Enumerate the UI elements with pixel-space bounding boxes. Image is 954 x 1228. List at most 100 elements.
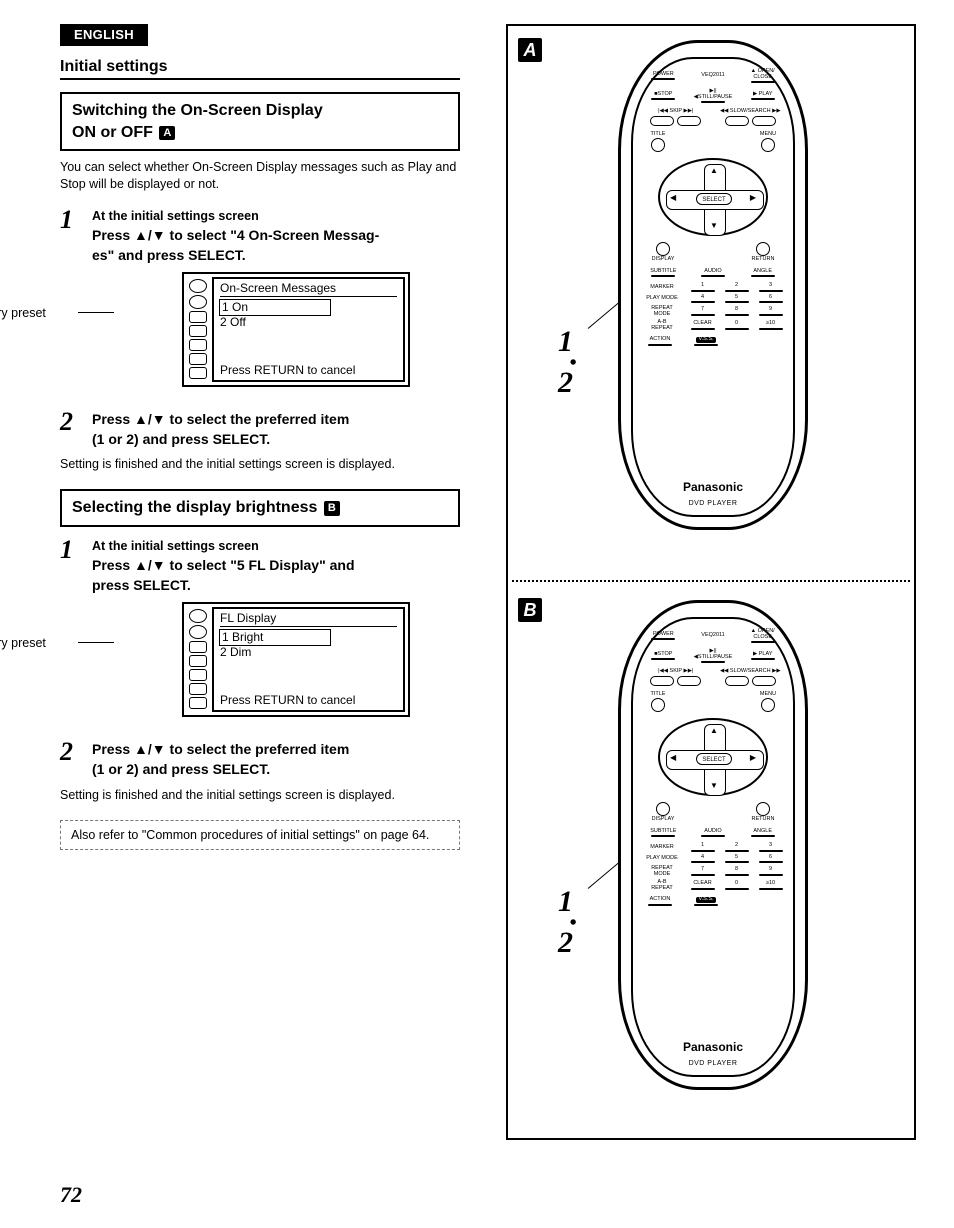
still-pause-button[interactable] <box>701 101 725 103</box>
skip-next-button[interactable] <box>677 676 701 686</box>
skip-next-button[interactable] <box>677 116 701 126</box>
num-6-button[interactable] <box>759 301 783 303</box>
skip-prev-button[interactable] <box>650 676 674 686</box>
audio-button[interactable] <box>701 275 725 277</box>
select-button[interactable]: SELECT <box>696 753 732 765</box>
skip-label: |◀◀ SKIP ▶▶| <box>658 109 693 115</box>
num-9-button[interactable] <box>759 314 783 316</box>
note-box: Also refer to "Common procedures of init… <box>60 820 460 851</box>
display-label: DISPLAY <box>652 817 675 823</box>
audio-label: AUDIO <box>704 269 721 275</box>
osd-title: FL Display <box>220 611 397 627</box>
up-arrow-icon[interactable]: ▲ <box>710 726 718 735</box>
subtitle-button[interactable] <box>651 835 675 837</box>
figure-chip-b: B <box>518 598 542 622</box>
down-arrow-icon[interactable]: ▼ <box>710 221 718 230</box>
step2b-c: (1 or 2) and press SELECT. <box>92 761 270 777</box>
display-button[interactable] <box>656 802 670 816</box>
play-button[interactable] <box>751 98 775 100</box>
display-label: DISPLAY <box>652 257 675 263</box>
menu-button[interactable] <box>761 138 775 152</box>
clear-label: CLEAR <box>693 321 711 327</box>
stop-button[interactable] <box>651 658 675 660</box>
marker-label: MARKER <box>641 285 683 291</box>
angle-button[interactable] <box>751 835 775 837</box>
num-3-button[interactable] <box>759 850 783 852</box>
model-label: VEQ2011 <box>701 633 724 639</box>
num-5-button[interactable] <box>725 301 749 303</box>
section-title: Initial settings <box>60 58 460 80</box>
play-label: ▶ PLAY <box>753 652 772 658</box>
title-button[interactable] <box>651 138 665 152</box>
return-button[interactable] <box>756 242 770 256</box>
vss-button[interactable] <box>694 344 718 346</box>
power-button[interactable] <box>651 78 675 80</box>
action-button[interactable] <box>648 904 672 906</box>
return-button[interactable] <box>756 802 770 816</box>
audio-button[interactable] <box>701 835 725 837</box>
num-5-button[interactable] <box>725 861 749 863</box>
num-7-button[interactable] <box>691 314 715 316</box>
figure-chip-a: A <box>518 38 542 62</box>
search-rew-button[interactable] <box>725 676 749 686</box>
heading-brightness: Selecting the display brightness B <box>60 489 460 527</box>
clear-button[interactable] <box>691 328 715 330</box>
step-2: 2 Press ▲/▼ to select the preferred item… <box>60 409 460 450</box>
right-arrow-icon[interactable]: ▶ <box>750 753 756 762</box>
num-7-button[interactable] <box>691 874 715 876</box>
play-button[interactable] <box>751 658 775 660</box>
menu-button[interactable] <box>761 698 775 712</box>
step1-text-c: es" and press SELECT. <box>92 245 460 265</box>
brand-label: Panasonic <box>641 480 785 494</box>
action-button[interactable] <box>648 344 672 346</box>
clear-label: CLEAR <box>693 881 711 887</box>
num-8-button[interactable] <box>725 314 749 316</box>
still-pause-button[interactable] <box>701 661 725 663</box>
gte10-button[interactable] <box>759 328 783 330</box>
osd-dialog-2: Factory preset FL Display 1 Bright 2 Dim… <box>90 602 440 729</box>
num-3-button[interactable] <box>759 290 783 292</box>
num-8-button[interactable] <box>725 874 749 876</box>
subtitle-button[interactable] <box>651 275 675 277</box>
up-arrow-icon[interactable]: ▲ <box>710 166 718 175</box>
num-0-button[interactable] <box>725 328 749 330</box>
num-0-label: 0 <box>735 881 738 887</box>
open-close-button[interactable] <box>751 81 775 83</box>
gte10-button[interactable] <box>759 888 783 890</box>
num-2-button[interactable] <box>725 850 749 852</box>
direction-pad[interactable]: SELECT ▲ ▼ ◀ ▶ <box>658 158 768 236</box>
clear-button[interactable] <box>691 888 715 890</box>
left-arrow-icon[interactable]: ◀ <box>670 193 676 202</box>
skip-prev-button[interactable] <box>650 116 674 126</box>
open-close-button[interactable] <box>751 641 775 643</box>
audio-label: AUDIO <box>704 829 721 835</box>
num-0-button[interactable] <box>725 888 749 890</box>
num-6-button[interactable] <box>759 861 783 863</box>
num-2-button[interactable] <box>725 290 749 292</box>
right-arrow-icon[interactable]: ▶ <box>750 193 756 202</box>
num-4-button[interactable] <box>691 861 715 863</box>
search-fwd-button[interactable] <box>752 676 776 686</box>
num-5-label: 5 <box>735 855 738 861</box>
num-1-button[interactable] <box>691 290 715 292</box>
display-button[interactable] <box>656 242 670 256</box>
select-button[interactable]: SELECT <box>696 193 732 205</box>
num-1-button[interactable] <box>691 850 715 852</box>
after-text-b: Setting is finished and the initial sett… <box>60 788 460 802</box>
down-arrow-icon[interactable]: ▼ <box>710 781 718 790</box>
vss-button[interactable] <box>694 904 718 906</box>
num-9-button[interactable] <box>759 874 783 876</box>
menu-label: MENU <box>760 692 776 698</box>
up-down-arrows-icon: ▲/▼ <box>134 411 166 427</box>
left-arrow-icon[interactable]: ◀ <box>670 753 676 762</box>
after-text: Setting is finished and the initial sett… <box>60 457 460 471</box>
num-4-button[interactable] <box>691 301 715 303</box>
direction-pad[interactable]: SELECT ▲ ▼ ◀ ▶ <box>658 718 768 796</box>
power-button[interactable] <box>651 638 675 640</box>
num-5-label: 5 <box>735 295 738 301</box>
search-rew-button[interactable] <box>725 116 749 126</box>
search-fwd-button[interactable] <box>752 116 776 126</box>
title-button[interactable] <box>651 698 665 712</box>
stop-button[interactable] <box>651 98 675 100</box>
angle-button[interactable] <box>751 275 775 277</box>
